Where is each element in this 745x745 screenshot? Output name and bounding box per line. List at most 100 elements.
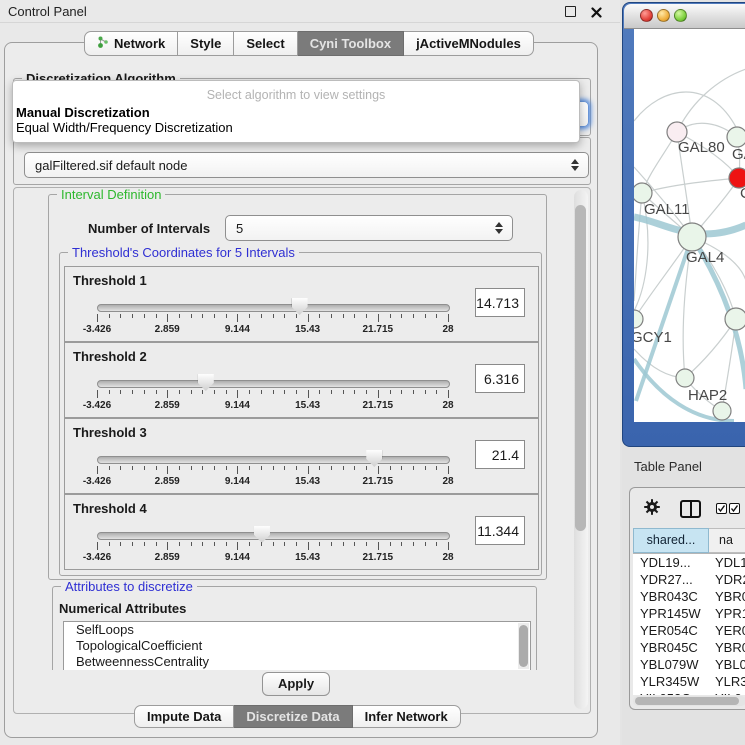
network-node-h[interactable]: [725, 308, 745, 330]
float-icon[interactable]: [565, 6, 576, 17]
hscrollbar-thumb[interactable]: [635, 697, 739, 705]
attribute-list-item[interactable]: TopologicalCoefficient: [64, 638, 530, 654]
gear-icon[interactable]: [644, 499, 660, 520]
tab-jactivemnodules[interactable]: jActiveMNodules: [404, 31, 534, 56]
cell-name[interactable]: YBR0: [709, 639, 745, 656]
list-scrollbar[interactable]: [518, 623, 529, 669]
tab-discretize-data[interactable]: Discretize Data: [234, 705, 352, 728]
numerical-attributes-list[interactable]: SelfLoopsTopologicalCoefficientBetweenne…: [63, 621, 531, 670]
list-scrollbar-thumb[interactable]: [519, 625, 528, 667]
tab-select[interactable]: Select: [234, 31, 297, 56]
slider-ticks: [97, 390, 448, 399]
cell-shared-name[interactable]: YBR045C: [633, 639, 709, 656]
split-view-icon[interactable]: [680, 500, 701, 518]
close-traffic-light[interactable]: [640, 9, 653, 22]
table-row[interactable]: YPR145WYPR1: [633, 605, 745, 622]
tab-label: jActiveMNodules: [416, 36, 521, 51]
slider-thumb[interactable]: [292, 298, 308, 315]
table-data-combobox[interactable]: galFiltered.sif default node: [24, 152, 589, 178]
column-header-name[interactable]: na: [709, 528, 745, 553]
network-canvas[interactable]: GAL80GACGAL11GAL4GCY1HHAP2: [634, 29, 745, 422]
right-side: GAL80GACGAL11GAL4GCY1HHAP2 Table Panel: [622, 0, 745, 745]
cell-name[interactable]: YDR2: [709, 571, 745, 588]
attribute-list-item[interactable]: SelfLoops: [64, 622, 530, 638]
cell-shared-name[interactable]: YLR345W: [633, 673, 709, 690]
cell-shared-name[interactable]: YBR043C: [633, 588, 709, 605]
table-row[interactable]: YDR27...YDR2: [633, 571, 745, 588]
bottom-tab-bar: Impute Data Discretize Data Infer Network: [134, 705, 461, 728]
attribute-list-item[interactable]: BetweennessCentrality: [64, 654, 530, 670]
slider-track[interactable]: [97, 532, 450, 540]
tab-network[interactable]: Network: [84, 31, 178, 56]
threshold-slider[interactable]: -3.4262.8599.14415.4321.71528: [97, 449, 448, 489]
node-label: GCY1: [634, 329, 672, 346]
scrollbar-thumb[interactable]: [575, 205, 586, 531]
interval-definition-group: Interval Definition Number of Intervals …: [48, 194, 547, 580]
close-icon[interactable]: [591, 5, 602, 16]
cell-name[interactable]: YIL0: [709, 690, 745, 695]
cell-shared-name[interactable]: YPR145W: [633, 605, 709, 622]
network-node-gal11[interactable]: [634, 183, 652, 203]
tab-infer-network[interactable]: Infer Network: [353, 705, 461, 728]
slider-track[interactable]: [97, 456, 450, 464]
threshold-panel: Threshold 4 -3.4262.8599.14415.4321.7152…: [64, 494, 539, 570]
column-header-shared-name[interactable]: shared...: [633, 528, 709, 553]
slider-tick-labels: -3.4262.8599.14415.4321.71528: [97, 552, 448, 564]
cell-name[interactable]: YLR3: [709, 673, 745, 690]
table-row[interactable]: YIL052CYIL0: [633, 690, 745, 695]
table-row[interactable]: YDL19...YDL1: [633, 554, 745, 571]
cell-name[interactable]: YBR0: [709, 588, 745, 605]
table-row[interactable]: YBR045CYBR0: [633, 639, 745, 656]
network-icon: [97, 35, 109, 52]
slider-thumb[interactable]: [254, 526, 270, 543]
slider-track[interactable]: [97, 304, 450, 312]
cell-name[interactable]: YER0: [709, 622, 745, 639]
number-of-intervals-spinner[interactable]: 5: [225, 215, 513, 241]
slider-track[interactable]: [97, 380, 450, 388]
threshold-value-field[interactable]: 6.316: [475, 364, 525, 393]
cell-shared-name[interactable]: YDR27...: [633, 571, 709, 588]
network-node-gcy1[interactable]: [634, 310, 643, 328]
network-node-hap2[interactable]: [676, 369, 694, 387]
threshold-value-field[interactable]: 14.713: [475, 288, 525, 317]
apply-button[interactable]: Apply: [262, 672, 330, 696]
slider-thumb[interactable]: [198, 374, 214, 391]
dropdown-placeholder-option[interactable]: Select algorithm to view settings: [13, 88, 579, 102]
threshold-slider[interactable]: -3.4262.8599.14415.4321.71528: [97, 525, 448, 565]
column-checkboxes[interactable]: [716, 503, 740, 514]
slider-thumb[interactable]: [366, 450, 382, 467]
table-row[interactable]: YBL079WYBL0: [633, 656, 745, 673]
dropdown-option[interactable]: Equal Width/Frequency Discretization: [13, 120, 579, 135]
threshold-slider[interactable]: -3.4262.8599.14415.4321.71528: [97, 297, 448, 337]
table-row[interactable]: YBR043CYBR0: [633, 588, 745, 605]
threshold-value-field[interactable]: 21.4: [475, 440, 525, 469]
table-row[interactable]: YLR345WYLR3: [633, 673, 745, 690]
cell-shared-name[interactable]: YIL052C: [633, 690, 709, 695]
cell-name[interactable]: YPR1: [709, 605, 745, 622]
dropdown-options: Manual DiscretizationEqual Width/Frequen…: [13, 105, 579, 135]
checkbox-icon[interactable]: [716, 503, 727, 514]
vertical-scrollbar[interactable]: [574, 190, 588, 709]
threshold-panel: Threshold 2 -3.4262.8599.14415.4321.7152…: [64, 342, 539, 418]
cell-shared-name[interactable]: YDL19...: [633, 554, 709, 571]
tab-impute-data[interactable]: Impute Data: [134, 705, 234, 728]
cell-shared-name[interactable]: YER054C: [633, 622, 709, 639]
cell-name[interactable]: YBL0: [709, 656, 745, 673]
checkbox-icon[interactable]: [729, 503, 740, 514]
threshold-slider[interactable]: -3.4262.8599.14415.4321.71528: [97, 373, 448, 413]
tab-label: Discretize Data: [246, 709, 339, 724]
threshold-value-field[interactable]: 11.344: [475, 516, 525, 545]
screenshot-root: Control Panel NetworkStyleSelectCyni Too…: [0, 0, 745, 745]
network-node-ga[interactable]: [727, 127, 745, 147]
tab-cyni-toolbox[interactable]: Cyni Toolbox: [298, 31, 404, 56]
network-node-gal4[interactable]: [678, 223, 706, 251]
minimize-traffic-light[interactable]: [657, 9, 670, 22]
dropdown-option[interactable]: Manual Discretization: [13, 105, 579, 120]
horizontal-scrollbar[interactable]: [633, 696, 745, 706]
zoom-traffic-light[interactable]: [674, 9, 687, 22]
network-node[interactable]: [713, 402, 731, 420]
table-row[interactable]: YER054CYER0: [633, 622, 745, 639]
tab-style[interactable]: Style: [178, 31, 234, 56]
cell-shared-name[interactable]: YBL079W: [633, 656, 709, 673]
cell-name[interactable]: YDL1: [709, 554, 745, 571]
